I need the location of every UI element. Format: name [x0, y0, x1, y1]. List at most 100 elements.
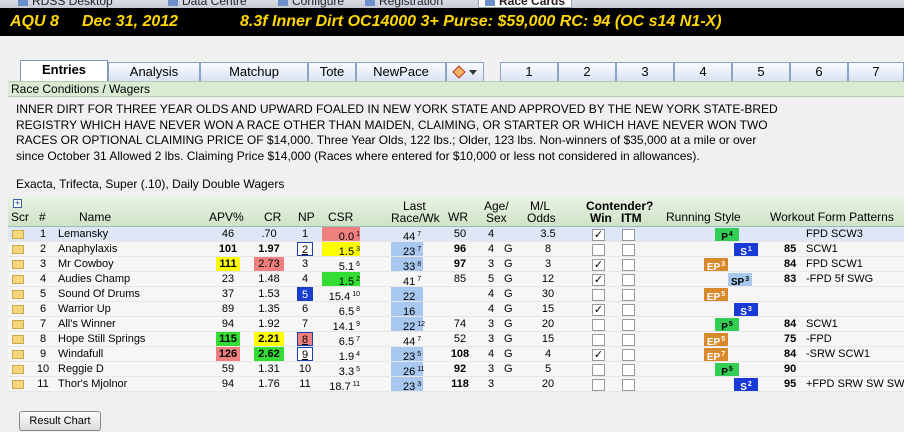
age-value: 4 [488, 243, 495, 255]
runner-name[interactable]: Lemansky [58, 227, 193, 241]
cr-value: 1.76 [258, 378, 280, 390]
window-tab-race-cards[interactable]: Race Cards [478, 0, 573, 8]
table-row[interactable]: 1 Lemansky 46 .70 1 0.0 1 44 7 50 4 3.5 ✓ P4 FPD SCW3 [8, 227, 904, 243]
np-value: 1 [301, 228, 309, 240]
runners-table: 1 Lemansky 46.70 1 0.0 1 44 7 50 4 3.5 ✓ P4 FPD SCW3 2… [8, 227, 904, 393]
tab-race-5[interactable]: 5 [732, 62, 790, 82]
window-tab-rdss-desktop[interactable]: RDSS Desktop [18, 0, 113, 8]
tab-entries[interactable]: Entries [20, 60, 108, 82]
col-np: NP [298, 210, 315, 224]
runner-name[interactable]: Anaphylaxis [58, 242, 193, 256]
tab-newpace[interactable]: NewPace [356, 62, 446, 82]
result-chart-button[interactable]: Result Chart [19, 411, 101, 431]
itm-checkbox[interactable] [622, 304, 635, 316]
table-row[interactable]: 8 Hope Still Springs 115 2.21 8 6.5 7 44 7 52 3 G 15… [8, 332, 904, 348]
win-checkbox[interactable] [592, 244, 605, 256]
workout-pattern [806, 287, 904, 301]
itm-checkbox[interactable] [622, 229, 635, 241]
csr-value: 3.3 5 [338, 366, 360, 378]
runner-name[interactable]: Audies Champ [58, 272, 193, 286]
tab-race-1[interactable]: 1 [500, 62, 558, 82]
table-row[interactable]: 3 Mr Cowboy 111 2.73 3 5.1 6 33 8 97 3 G 3 ✓ EP3 84 FPD … [8, 257, 904, 273]
table-row[interactable]: 6 Warrior Up 89 1.35 6 6.5 8 16 4 G 15 ✓ S3 [8, 302, 904, 318]
scratch-checkbox[interactable] [12, 380, 24, 389]
itm-checkbox[interactable] [622, 364, 635, 376]
csr-value: 1.5 2 [322, 272, 360, 288]
cr-value: 1.92 [258, 318, 280, 330]
tab-analysis[interactable]: Analysis [108, 62, 200, 82]
runner-name[interactable]: Reggie D [58, 362, 193, 376]
scratch-checkbox[interactable] [12, 320, 24, 329]
tab-matchup[interactable]: Matchup [200, 62, 308, 82]
itm-checkbox[interactable] [622, 274, 635, 286]
scratch-checkbox[interactable] [12, 245, 24, 254]
window-tab-registration[interactable]: Registration [365, 0, 443, 8]
tab-tools[interactable] [446, 62, 484, 82]
tab-race-4[interactable]: 4 [674, 62, 732, 82]
runner-name[interactable]: Hope Still Springs [58, 332, 193, 346]
win-checkbox[interactable] [592, 334, 605, 346]
csr-value: 15.4 10 [328, 291, 360, 303]
itm-checkbox[interactable] [622, 349, 635, 361]
win-checkbox[interactable]: ✓ [592, 259, 605, 271]
scratch-checkbox[interactable] [12, 290, 24, 299]
cr-value: 2.21 [254, 332, 284, 346]
tab-race-6[interactable]: 6 [790, 62, 848, 82]
table-row[interactable]: 4 Audies Champ 23 1.48 4 1.5 2 41 7 85 5 G 12 ✓ SP3 83-… [8, 272, 904, 288]
itm-checkbox[interactable] [622, 319, 635, 331]
scratch-checkbox[interactable] [12, 365, 24, 374]
win-checkbox[interactable] [592, 319, 605, 331]
runner-name[interactable]: All's Winner [58, 317, 193, 331]
win-checkbox[interactable] [592, 289, 605, 301]
window-tab-data-centre[interactable]: Data Centre [168, 0, 247, 8]
col-running-style: Running Style [666, 210, 741, 224]
last-race-value: 44 7 [403, 336, 422, 348]
table-row[interactable]: 10 Reggie D 59 1.31 10 3.3 5 26 11 92 3 G 5 P5 90 [8, 362, 904, 378]
sex-value: G [504, 273, 513, 285]
expand-plus-icon[interactable]: + [13, 199, 22, 208]
runner-name[interactable]: Thor's Mjolnor [58, 377, 193, 391]
cr-value: 1.53 [258, 288, 280, 300]
win-checkbox[interactable]: ✓ [592, 304, 605, 316]
scratch-checkbox[interactable] [12, 350, 24, 359]
itm-checkbox[interactable] [622, 289, 635, 301]
runner-name[interactable]: Windafull [58, 347, 193, 361]
np-value: 9 [297, 347, 313, 361]
runner-name[interactable]: Sound Of Drums [58, 287, 193, 301]
table-row[interactable]: 9 Windafull 126 2.62 9 1.9 4 23 5 108 4 G 4 ✓ EP7 84 -SR… [8, 347, 904, 363]
age-value: 4 [488, 288, 495, 300]
itm-checkbox[interactable] [622, 334, 635, 346]
tab-race-2[interactable]: 2 [558, 62, 616, 82]
itm-checkbox[interactable] [622, 379, 635, 391]
win-checkbox[interactable] [592, 364, 605, 376]
scratch-checkbox[interactable] [12, 260, 24, 269]
np-value: 3 [301, 258, 309, 270]
itm-checkbox[interactable] [622, 259, 635, 271]
col-name: Name [79, 210, 112, 224]
table-row[interactable]: 5 Sound Of Drums 37 1.53 5 15.4 10 22 4 G 30 EP5 [8, 287, 904, 303]
win-checkbox[interactable]: ✓ [592, 349, 605, 361]
scratch-checkbox[interactable] [12, 275, 24, 284]
ml-odds-value: 4 [544, 348, 552, 360]
runner-name[interactable]: Mr Cowboy [58, 257, 193, 271]
scratch-checkbox[interactable] [12, 230, 24, 239]
table-row[interactable]: 11 Thor's Mjolnor 94 1.76 11 18.7 11 23 3 118 3 20 S… [8, 377, 904, 393]
win-checkbox[interactable] [592, 379, 605, 391]
itm-checkbox[interactable] [622, 244, 635, 256]
table-row[interactable]: 7 All's Winner 94 1.92 7 14.1 9 22 12 74 3 G 20 P5 84 S… [8, 317, 904, 333]
table-row[interactable]: 2 Anaphylaxis 101 1.97 2 1.5 3 23 7 96 4 G 8 S1 85 SCW1 [8, 242, 904, 258]
tab-tote[interactable]: Tote [308, 62, 356, 82]
scratch-checkbox[interactable] [12, 335, 24, 344]
scratch-checkbox[interactable] [12, 305, 24, 314]
win-checkbox[interactable]: ✓ [592, 274, 605, 286]
col-sex: Sex [486, 211, 507, 225]
tab-race-3[interactable]: 3 [616, 62, 674, 82]
sex-value: G [504, 258, 513, 270]
tab-race-7[interactable]: 7 [848, 62, 904, 82]
runner-name[interactable]: Warrior Up [58, 302, 193, 316]
win-checkbox[interactable]: ✓ [592, 229, 605, 241]
pattern-number [784, 302, 804, 316]
runner-number: 11 [37, 378, 49, 390]
ml-odds-value: 3 [544, 258, 552, 270]
window-tab-configure[interactable]: Configure [278, 0, 344, 8]
